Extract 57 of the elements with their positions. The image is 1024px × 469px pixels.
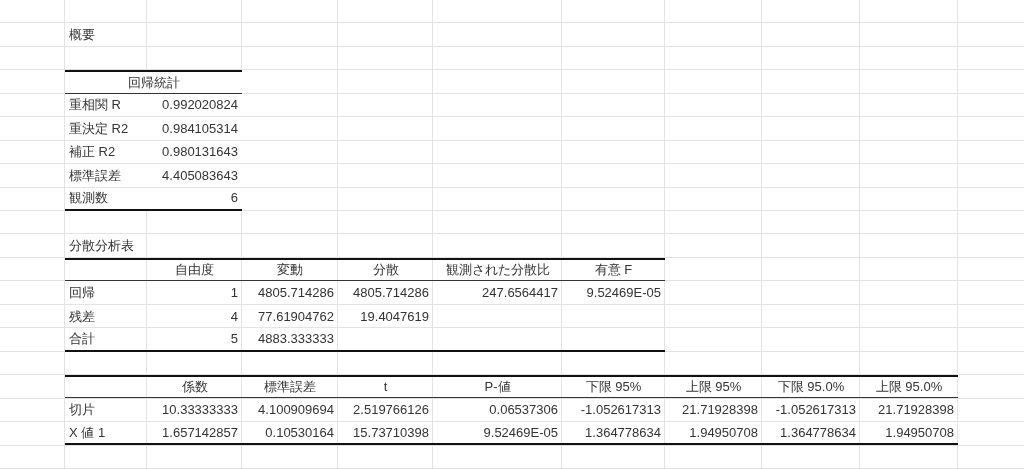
row-label: X 値 1: [68, 423, 107, 442]
table-cell-text: 0.980131643: [161, 143, 239, 162]
table-cell-text: 9.52469E-05: [585, 284, 662, 303]
table-cell-text: 1.94950708: [884, 423, 955, 442]
row-label: 重相関 R: [68, 96, 122, 115]
table-cell-text: 247.6564417: [481, 284, 559, 303]
table-cell-text: 0.10530164: [264, 423, 335, 442]
section-title: 分散分析表: [68, 237, 135, 256]
row-label: 観測数: [68, 189, 109, 208]
column-header: 下限 95%: [584, 378, 643, 397]
table-cell-text: 4.405083643: [161, 166, 239, 185]
column-header: 上限 95.0%: [874, 378, 944, 397]
column-header: 標準誤差: [263, 378, 317, 397]
table-cell-text: 4805.714286: [352, 284, 430, 303]
column-header: 下限 95.0%: [776, 378, 846, 397]
row-label: 残差: [68, 307, 96, 326]
column-header: 有意 F: [593, 261, 634, 280]
column-header: 変動: [276, 261, 304, 280]
table-cell-text: 15.73710398: [352, 423, 430, 442]
column-header: 観測された分散比: [444, 261, 551, 280]
table-cell-text: 1.94950708: [688, 423, 759, 442]
table-cell-text: 1: [229, 284, 239, 303]
column-header: 係数: [180, 378, 209, 397]
table-cell-text: 21.71928398: [681, 401, 759, 420]
row-label: 切片: [68, 401, 96, 420]
table-cell-text: -1.052617313: [579, 401, 662, 420]
table-cell-text: -1.052617313: [774, 401, 857, 420]
table-cell-text: 9.52469E-05: [482, 423, 559, 442]
row-label: 標準誤差: [68, 166, 122, 185]
table-cell-text: 0.06537306: [488, 401, 559, 420]
column-header: 自由度: [174, 261, 215, 280]
table-cell-text: 6: [229, 189, 239, 208]
column-header: t: [382, 378, 389, 397]
table-cell-text: 4: [229, 307, 239, 326]
table-cell-text: 19.4047619: [359, 307, 430, 326]
row-label: 回帰: [68, 284, 96, 303]
table-cell-text: 1.364778634: [584, 423, 662, 442]
table-cell-text: 4883.333333: [257, 330, 335, 349]
column-header: 分散: [371, 261, 400, 280]
column-header: 上限 95%: [684, 378, 743, 397]
table-cell-text: 1.657142857: [161, 423, 239, 442]
table-cell-text: 10.33333333: [161, 401, 239, 420]
row-label: 合計: [68, 330, 96, 349]
table-cell-text: 0.992020824: [161, 96, 239, 115]
section-title: 概要: [68, 26, 96, 45]
table-header: 回帰統計: [126, 73, 181, 92]
table-cell-text: 0.984105314: [161, 119, 239, 138]
table-cell-text: 21.71928398: [877, 401, 955, 420]
table-cell-text: 5: [229, 330, 239, 349]
table-cell-text: 4805.714286: [257, 284, 335, 303]
table-cell-text: 4.100909694: [257, 401, 335, 420]
row-label: 重決定 R2: [68, 119, 130, 138]
table-cell-text: 77.61904762: [257, 307, 335, 326]
table-cell-text: 2.519766126: [352, 401, 430, 420]
column-header: P-値: [483, 378, 512, 397]
row-label: 補正 R2: [68, 143, 117, 162]
table-cell-text: 1.364778634: [779, 423, 857, 442]
